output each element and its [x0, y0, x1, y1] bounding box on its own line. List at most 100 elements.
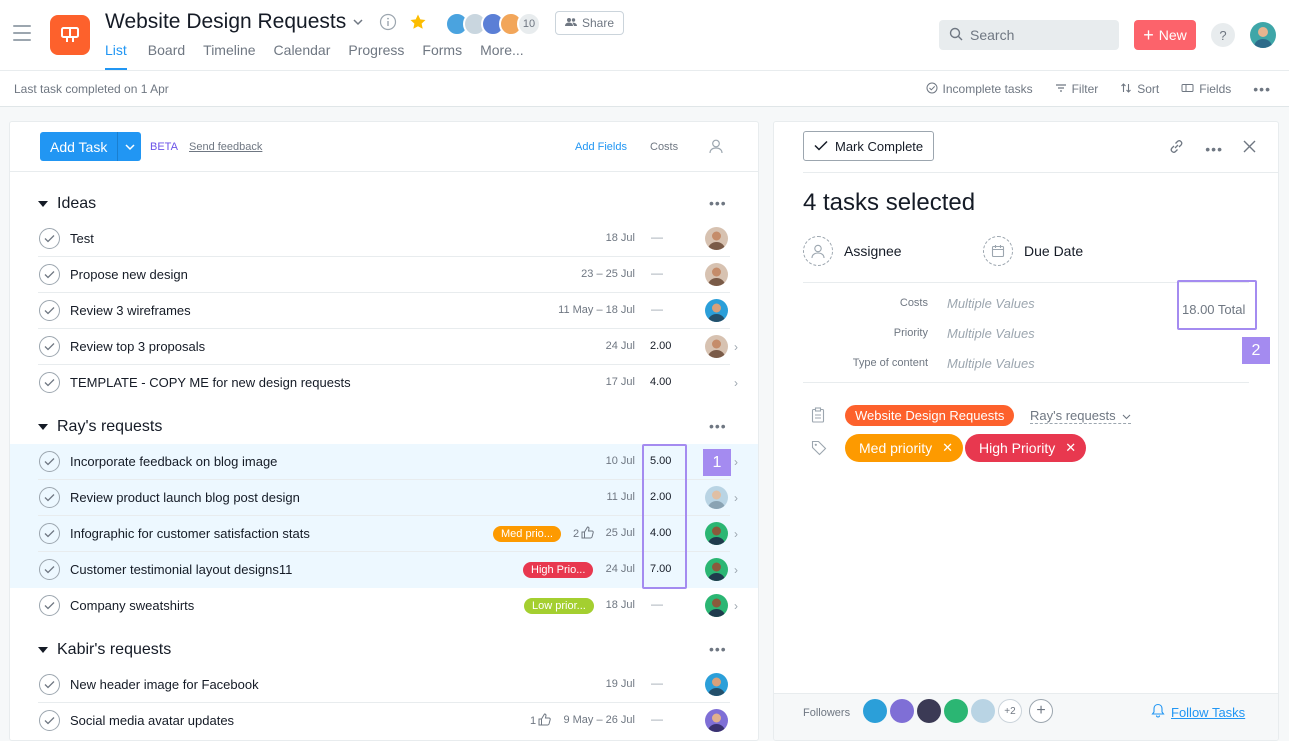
- field-value-priority[interactable]: Multiple Values: [947, 326, 1035, 341]
- task-cost[interactable]: 4.00: [650, 376, 671, 388]
- section-header[interactable]: Kabir's requests: [38, 635, 171, 665]
- fields-button[interactable]: Fields: [1181, 82, 1231, 96]
- follow-tasks-button[interactable]: Follow Tasks: [1151, 703, 1245, 721]
- task-row[interactable]: Company sweatshirts Low prior... 18 Jul — ›: [10, 588, 758, 624]
- avatar[interactable]: [705, 227, 728, 250]
- section-more-icon[interactable]: •••: [709, 641, 727, 657]
- help-button[interactable]: ?: [1211, 23, 1235, 47]
- avatar[interactable]: [705, 299, 728, 322]
- field-value-costs[interactable]: Multiple Values: [947, 296, 1035, 311]
- tab-list[interactable]: List: [105, 42, 127, 70]
- more-options-icon[interactable]: •••: [1253, 81, 1271, 97]
- avatar[interactable]: [705, 673, 728, 696]
- complete-checkbox[interactable]: [39, 487, 60, 508]
- filter-button[interactable]: Filter: [1055, 82, 1098, 96]
- avatar[interactable]: [863, 699, 887, 723]
- close-icon[interactable]: [1243, 140, 1256, 158]
- task-cost[interactable]: —: [651, 266, 663, 280]
- task-cost[interactable]: —: [651, 302, 663, 316]
- collapse-triangle-icon[interactable]: [38, 647, 48, 653]
- chevron-right-icon[interactable]: ›: [734, 599, 738, 613]
- chevron-right-icon[interactable]: ›: [734, 340, 738, 354]
- complete-checkbox[interactable]: [39, 451, 60, 472]
- avatar[interactable]: [890, 699, 914, 723]
- tab-progress[interactable]: Progress: [348, 42, 404, 70]
- link-icon[interactable]: [1168, 138, 1185, 160]
- task-cost[interactable]: —: [651, 676, 663, 690]
- priority-tag[interactable]: High Prio...: [523, 562, 594, 578]
- task-row[interactable]: TEMPLATE - COPY ME for new design reques…: [10, 365, 758, 401]
- avatar[interactable]: [705, 594, 728, 617]
- project-pill[interactable]: Website Design Requests: [845, 405, 1015, 426]
- tab-calendar[interactable]: Calendar: [274, 42, 331, 70]
- chevron-right-icon[interactable]: ›: [734, 455, 738, 469]
- user-avatar[interactable]: [1250, 22, 1276, 48]
- complete-checkbox[interactable]: [39, 674, 60, 695]
- section-more-icon[interactable]: •••: [709, 195, 727, 211]
- add-task-button[interactable]: Add Task: [40, 132, 118, 161]
- incomplete-tasks-filter[interactable]: Incomplete tasks: [926, 82, 1033, 97]
- assignee-column-icon[interactable]: [709, 139, 723, 159]
- assignee-field[interactable]: Assignee: [803, 236, 902, 266]
- more-options-icon[interactable]: •••: [1205, 141, 1223, 157]
- task-row[interactable]: Social media avatar updates 1 9 May – 26 J…: [10, 703, 758, 739]
- tag-high-priority[interactable]: High Priority ✕: [965, 434, 1087, 462]
- complete-checkbox[interactable]: [39, 595, 60, 616]
- share-button[interactable]: Share: [555, 11, 625, 35]
- section-header[interactable]: Ideas: [38, 189, 96, 219]
- more-followers-count[interactable]: +2: [998, 699, 1022, 723]
- field-value-type-of-content[interactable]: Multiple Values: [947, 356, 1035, 371]
- star-icon[interactable]: [409, 13, 427, 36]
- chevron-right-icon[interactable]: ›: [734, 376, 738, 390]
- priority-tag[interactable]: Low prior...: [524, 598, 594, 614]
- add-task-dropdown[interactable]: [117, 132, 142, 161]
- task-cost[interactable]: —: [651, 712, 663, 726]
- avatar[interactable]: [705, 486, 728, 509]
- tab-board[interactable]: Board: [148, 42, 185, 70]
- task-cost[interactable]: —: [651, 230, 663, 244]
- priority-tag[interactable]: Med prio...: [493, 526, 561, 542]
- avatar[interactable]: [971, 699, 995, 723]
- collapse-triangle-icon[interactable]: [38, 424, 48, 430]
- remove-tag-icon[interactable]: ✕: [942, 440, 953, 456]
- avatar[interactable]: [705, 558, 728, 581]
- chevron-down-icon[interactable]: [351, 15, 365, 34]
- member-avatars[interactable]: 10: [445, 12, 541, 36]
- costs-column-header[interactable]: Costs: [650, 141, 678, 153]
- complete-checkbox[interactable]: [39, 336, 60, 357]
- add-fields-link[interactable]: Add Fields: [575, 141, 627, 153]
- chevron-right-icon[interactable]: ›: [734, 491, 738, 505]
- chevron-right-icon[interactable]: ›: [734, 563, 738, 577]
- send-feedback-link[interactable]: Send feedback: [189, 141, 262, 153]
- task-row[interactable]: New header image for Facebook 19 Jul —: [10, 667, 758, 703]
- complete-checkbox[interactable]: [39, 372, 60, 393]
- chevron-right-icon[interactable]: ›: [734, 527, 738, 541]
- info-icon[interactable]: [379, 13, 397, 36]
- task-cost[interactable]: —: [651, 597, 663, 611]
- section-header[interactable]: Ray's requests: [38, 412, 162, 442]
- task-cost[interactable]: 2.00: [650, 340, 671, 352]
- task-row[interactable]: Review top 3 proposals 24 Jul 2.00 ›: [10, 329, 758, 365]
- section-select[interactable]: Ray's requests: [1030, 408, 1131, 424]
- tab-timeline[interactable]: Timeline: [203, 42, 255, 70]
- task-row[interactable]: Propose new design 23 – 25 Jul —: [10, 257, 758, 293]
- mark-complete-button[interactable]: Mark Complete: [803, 131, 935, 161]
- avatar[interactable]: [917, 699, 941, 723]
- section-more-icon[interactable]: •••: [709, 418, 727, 434]
- complete-checkbox[interactable]: [39, 300, 60, 321]
- avatar[interactable]: [705, 263, 728, 286]
- complete-checkbox[interactable]: [39, 559, 60, 580]
- complete-checkbox[interactable]: [39, 228, 60, 249]
- avatar[interactable]: [705, 709, 728, 732]
- likes-count[interactable]: 1: [530, 713, 551, 729]
- complete-checkbox[interactable]: [39, 523, 60, 544]
- collapse-triangle-icon[interactable]: [38, 201, 48, 207]
- new-button[interactable]: + New: [1134, 20, 1196, 50]
- tab-more[interactable]: More...: [480, 42, 524, 70]
- search-input[interactable]: Search: [939, 20, 1119, 50]
- avatar[interactable]: [705, 335, 728, 358]
- likes-count[interactable]: 2: [573, 526, 594, 542]
- tab-forms[interactable]: Forms: [422, 42, 462, 70]
- avatar[interactable]: [944, 699, 968, 723]
- sort-button[interactable]: Sort: [1120, 82, 1159, 97]
